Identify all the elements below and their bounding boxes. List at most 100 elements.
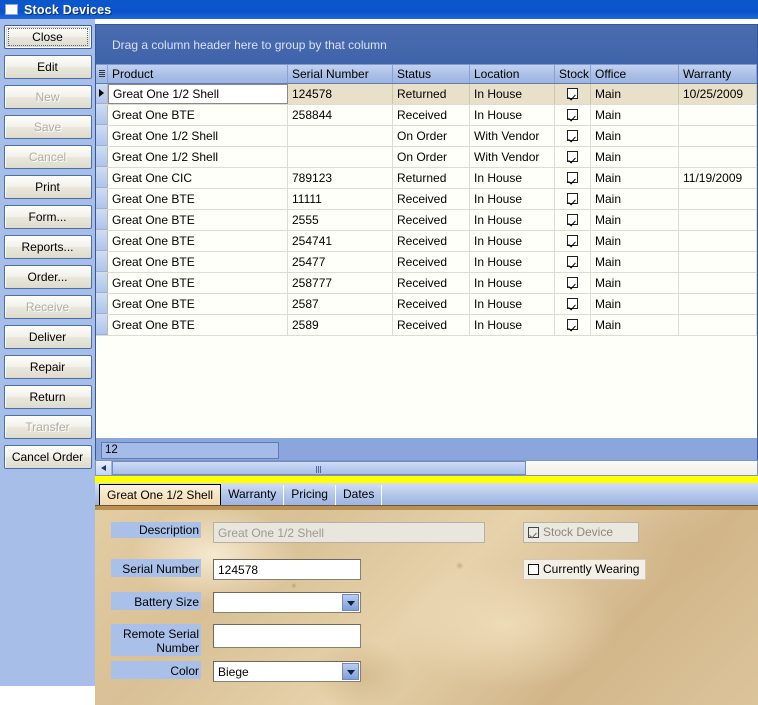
cell-office[interactable]: Main [591, 273, 679, 293]
cell-product[interactable]: Great One BTE [108, 231, 288, 251]
cell-office[interactable]: Main [591, 315, 679, 335]
tab-dates[interactable]: Dates [336, 485, 383, 505]
cell-office[interactable]: Main [591, 168, 679, 188]
checkbox-checked-icon[interactable] [567, 88, 578, 99]
cell-serial[interactable]: 258844 [288, 105, 393, 125]
scroll-left-arrow-icon[interactable] [96, 461, 112, 475]
table-row[interactable]: Great One BTE 258777 Received In House Main [96, 273, 757, 294]
checkbox-checked-icon[interactable] [567, 319, 578, 330]
group-by-panel[interactable]: Drag a column header here to group by th… [96, 25, 757, 64]
cell-serial[interactable]: 254741 [288, 231, 393, 251]
cell-stock[interactable] [555, 168, 591, 188]
cell-product[interactable]: Great One 1/2 Shell [108, 126, 288, 146]
checkbox-checked-icon[interactable] [567, 277, 578, 288]
table-row[interactable]: Great One BTE 25477 Received In House Main [96, 252, 757, 273]
table-row[interactable]: Great One BTE 2587 Received In House Main [96, 294, 757, 315]
sidebar-button-cancel-order[interactable]: Cancel Order [3, 445, 92, 469]
column-header-status[interactable]: Status [393, 65, 470, 83]
cell-location[interactable]: In House [470, 210, 555, 230]
cell-location[interactable]: In House [470, 252, 555, 272]
cell-warranty[interactable] [679, 126, 757, 146]
column-header-location[interactable]: Location [470, 65, 555, 83]
cell-status[interactable]: Received [393, 189, 470, 209]
cell-status[interactable]: Received [393, 231, 470, 251]
cell-warranty[interactable]: 10/25/2009 [679, 84, 757, 104]
cell-serial[interactable]: 2587 [288, 294, 393, 314]
sidebar-button-return[interactable]: Return [3, 385, 92, 409]
cell-serial[interactable]: 2589 [288, 315, 393, 335]
cell-warranty[interactable] [679, 189, 757, 209]
column-header-product[interactable]: Product [108, 65, 288, 83]
scrollbar-track[interactable] [526, 461, 757, 475]
row-indicator[interactable] [96, 147, 108, 167]
cell-status[interactable]: Received [393, 252, 470, 272]
row-indicator[interactable] [96, 273, 108, 293]
column-header-serial[interactable]: Serial Number [288, 65, 393, 83]
cell-warranty[interactable] [679, 252, 757, 272]
chevron-down-icon[interactable] [342, 594, 359, 611]
cell-product[interactable]: Great One BTE [108, 210, 288, 230]
record-count-box[interactable]: 12 [101, 441, 279, 459]
cell-product[interactable]: Great One BTE [108, 105, 288, 125]
cell-stock[interactable] [555, 315, 591, 335]
battery-size-dropdown[interactable] [213, 592, 361, 613]
cell-product[interactable]: Great One BTE [108, 252, 288, 272]
cell-status[interactable]: Received [393, 273, 470, 293]
table-row[interactable]: Great One CIC 789123 Returned In House Main 1… [96, 168, 757, 189]
cell-warranty[interactable]: 11/19/2009 [679, 168, 757, 188]
cell-serial[interactable]: 11111 [288, 189, 393, 209]
table-row[interactable]: Great One BTE 11111 Received In House Main [96, 189, 757, 210]
cell-serial[interactable] [288, 126, 393, 146]
cell-location[interactable]: In House [470, 84, 555, 104]
cell-office[interactable]: Main [591, 189, 679, 209]
cell-serial[interactable]: 124578 [288, 84, 393, 104]
column-header-office[interactable]: Office [591, 65, 679, 83]
checkbox-checked-icon[interactable] [567, 235, 578, 246]
cell-stock[interactable] [555, 231, 591, 251]
cell-location[interactable]: In House [470, 273, 555, 293]
row-indicator[interactable] [96, 231, 108, 251]
cell-serial[interactable]: 258777 [288, 273, 393, 293]
table-row[interactable]: Great One 1/2 Shell On Order With Vendor Ma… [96, 126, 757, 147]
row-indicator[interactable] [96, 252, 108, 272]
cell-product[interactable]: Great One BTE [108, 315, 288, 335]
cell-stock[interactable] [555, 126, 591, 146]
cell-serial[interactable]: 789123 [288, 168, 393, 188]
row-indicator[interactable] [96, 315, 108, 335]
scrollbar-thumb[interactable] [112, 461, 526, 475]
cell-status[interactable]: Received [393, 105, 470, 125]
cell-warranty[interactable] [679, 294, 757, 314]
cell-office[interactable]: Main [591, 147, 679, 167]
checkbox-checked-icon[interactable] [567, 130, 578, 141]
horizontal-scrollbar[interactable] [95, 460, 758, 476]
cell-location[interactable]: With Vendor [470, 147, 555, 167]
cell-status[interactable]: Received [393, 210, 470, 230]
chevron-down-icon[interactable] [342, 663, 359, 680]
cell-location[interactable]: In House [470, 168, 555, 188]
cell-location[interactable]: In House [470, 189, 555, 209]
sidebar-button-print[interactable]: Print [3, 175, 92, 199]
cell-stock[interactable] [555, 189, 591, 209]
cell-status[interactable]: On Order [393, 126, 470, 146]
checkbox-checked-icon[interactable] [567, 109, 578, 120]
cell-warranty[interactable] [679, 231, 757, 251]
cell-product[interactable]: Great One CIC [108, 168, 288, 188]
table-row[interactable]: Great One BTE 2555 Received In House Main [96, 210, 757, 231]
cell-status[interactable]: Received [393, 294, 470, 314]
cell-serial[interactable] [288, 147, 393, 167]
checkbox-checked-icon[interactable] [567, 193, 578, 204]
cell-office[interactable]: Main [591, 210, 679, 230]
cell-stock[interactable] [555, 252, 591, 272]
row-indicator[interactable] [96, 210, 108, 230]
sidebar-button-form[interactable]: Form... [3, 205, 92, 229]
cell-stock[interactable] [555, 294, 591, 314]
cell-stock[interactable] [555, 84, 591, 104]
cell-product[interactable]: Great One 1/2 Shell [108, 147, 288, 167]
sidebar-button-order[interactable]: Order... [3, 265, 92, 289]
column-header-stock[interactable]: Stock [555, 65, 591, 83]
cell-location[interactable]: In House [470, 231, 555, 251]
sidebar-button-close[interactable]: Close [3, 25, 92, 49]
column-header-warranty[interactable]: Warranty [679, 65, 757, 83]
sidebar-button-edit[interactable]: Edit [3, 55, 92, 79]
checkbox-checked-icon[interactable] [567, 151, 578, 162]
